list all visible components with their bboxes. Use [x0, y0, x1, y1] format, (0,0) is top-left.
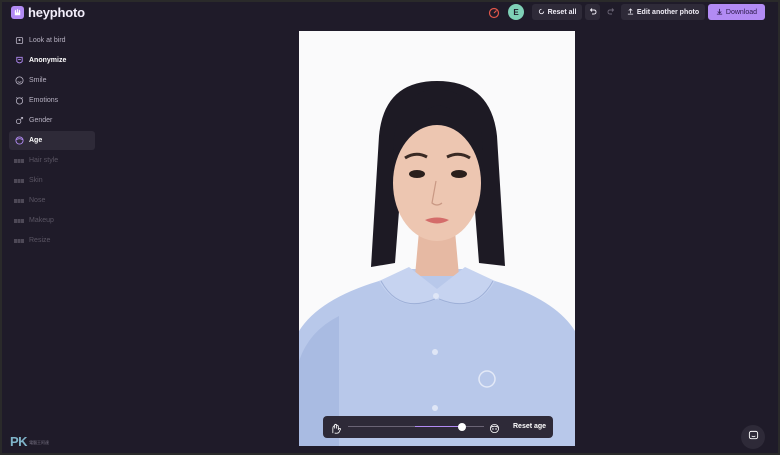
logo-icon: [11, 6, 24, 19]
sidebar-item-emotions[interactable]: Emotions: [9, 91, 95, 110]
gauge-icon[interactable]: [488, 6, 500, 24]
download-label: Download: [725, 8, 758, 16]
download-icon: [716, 8, 723, 17]
reset-all-button[interactable]: Reset all: [532, 4, 582, 20]
young-face-icon[interactable]: [331, 421, 342, 439]
lock-dots-icon: [14, 236, 24, 246]
sidebar-item-label: Hair style: [29, 157, 59, 164]
undo-icon: [589, 7, 597, 17]
lock-dots-icon: [14, 176, 24, 186]
reset-icon: [538, 8, 545, 17]
sidebar-item-anonymize[interactable]: Anonymize: [9, 51, 95, 70]
app-name: heyphoto: [28, 5, 85, 20]
photo-canvas[interactable]: [299, 31, 575, 446]
download-button[interactable]: Download: [708, 4, 765, 20]
sidebar-item-resize: Resize: [9, 231, 95, 250]
user-avatar[interactable]: E: [508, 4, 524, 20]
edit-another-label: Edit another photo: [636, 8, 700, 16]
bird-icon: [14, 36, 24, 46]
age-slider-bar: Reset age: [323, 416, 553, 438]
sidebar-item-gender[interactable]: Gender: [9, 111, 95, 130]
watermark-main: PK: [10, 434, 28, 449]
watermark-sub: 電腦王阿達: [29, 440, 50, 445]
age-slider-fill: [415, 426, 463, 427]
age-slider-handle[interactable]: [458, 423, 467, 431]
smile-icon: [14, 76, 24, 86]
sidebar-item-label: Look at bird: [29, 37, 66, 44]
feature-sidebar: Look at bird Anonymize Smile Emotions Ge…: [9, 31, 95, 251]
sidebar-item-look-at-bird[interactable]: Look at bird: [9, 31, 95, 50]
sidebar-item-label: Nose: [29, 197, 46, 204]
undo-button[interactable]: [585, 4, 600, 20]
gender-icon: [14, 116, 24, 126]
emotions-icon: [14, 96, 24, 106]
sidebar-item-smile[interactable]: Smile: [9, 71, 95, 90]
sidebar-item-nose: Nose: [9, 191, 95, 210]
chat-icon: [748, 428, 759, 446]
edit-another-photo-button[interactable]: Edit another photo: [621, 4, 705, 20]
sidebar-item-hair-style: Hair style: [9, 151, 95, 170]
age-icon: [14, 136, 24, 146]
sidebar-item-label: Gender: [29, 117, 53, 124]
upload-icon: [627, 7, 634, 17]
sidebar-item-label: Skin: [29, 177, 43, 184]
sidebar-item-age[interactable]: Age: [9, 131, 95, 150]
lock-dots-icon: [14, 156, 24, 166]
sidebar-item-label: Emotions: [29, 97, 59, 104]
portrait-photo: [299, 31, 575, 446]
mask-icon: [14, 56, 24, 66]
top-bar: heyphoto E Reset all Edit another photo …: [0, 0, 780, 26]
sidebar-item-label: Age: [29, 137, 43, 144]
reset-all-label: Reset all: [547, 8, 577, 16]
sidebar-item-makeup: Makeup: [9, 211, 95, 230]
watermark-logo: PK 電腦王阿達: [10, 434, 49, 449]
redo-icon: [607, 7, 615, 17]
sidebar-item-label: Makeup: [29, 217, 54, 224]
redo-button[interactable]: [603, 4, 618, 20]
reset-age-button[interactable]: Reset age: [513, 423, 546, 430]
sidebar-item-label: Smile: [29, 77, 47, 84]
sidebar-item-skin: Skin: [9, 171, 95, 190]
sidebar-item-label: Resize: [29, 237, 51, 244]
old-face-icon[interactable]: [489, 421, 500, 439]
app-logo[interactable]: heyphoto: [11, 5, 85, 20]
chat-button[interactable]: [741, 425, 765, 449]
lock-dots-icon: [14, 196, 24, 206]
lock-dots-icon: [14, 216, 24, 226]
sidebar-item-label: Anonymize: [29, 57, 67, 64]
